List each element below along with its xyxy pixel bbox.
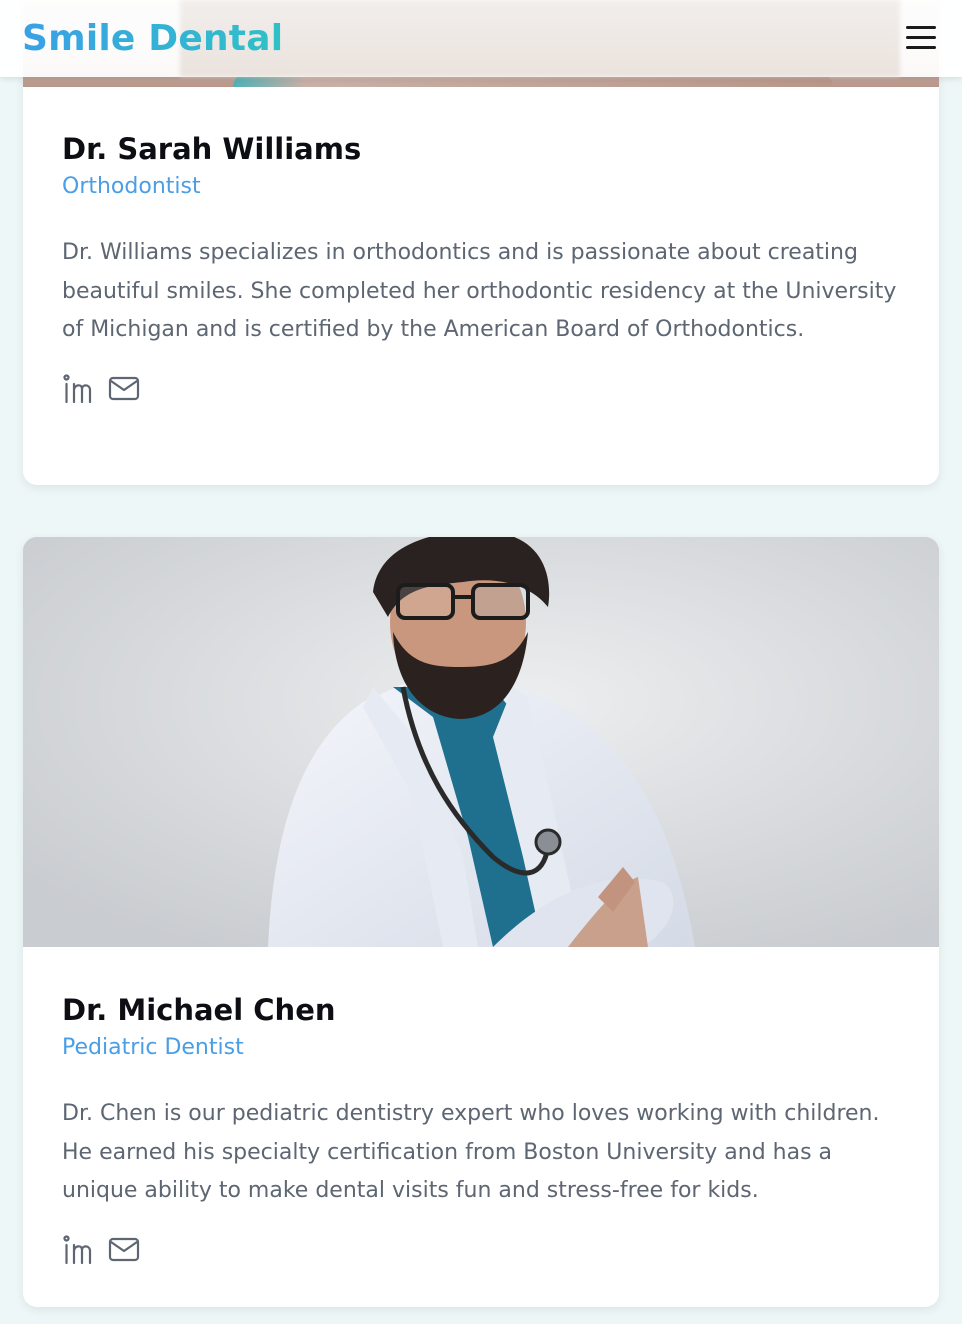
doctor-role: Pediatric Dentist — [62, 1035, 244, 1060]
hamburger-icon[interactable] — [906, 24, 936, 50]
page: Dr. Sarah Williams Orthodontist Dr. Will… — [0, 0, 962, 1324]
doctor-card-body: Dr. Michael Chen Pediatric Dentist Dr. C… — [62, 991, 900, 1265]
doctor-name: Dr. Michael Chen — [62, 993, 336, 1027]
doctor-social-links — [62, 373, 900, 404]
site-header: Smile Dental — [0, 0, 962, 77]
doctor-card-body: Dr. Sarah Williams Orthodontist Dr. Will… — [62, 130, 900, 404]
doctor-name: Dr. Sarah Williams — [62, 132, 362, 166]
doctor-bio: Dr. Chen is our pediatric dentistry expe… — [62, 1101, 880, 1203]
linkedin-icon[interactable] — [62, 1234, 94, 1265]
linkedin-icon[interactable] — [62, 373, 94, 404]
mail-icon[interactable] — [108, 374, 140, 404]
doctor-card-michael-chen: Dr. Michael Chen Pediatric Dentist Dr. C… — [23, 537, 939, 1307]
mail-icon[interactable] — [108, 1235, 140, 1265]
doctor-social-links — [62, 1234, 900, 1265]
doctor-photo-michael-chen — [23, 537, 939, 947]
header-backdrop — [180, 0, 900, 77]
doctor-bio: Dr. Williams specializes in orthodontics… — [62, 240, 897, 342]
site-logo[interactable]: Smile Dental — [22, 18, 283, 59]
doctor-role: Orthodontist — [62, 174, 201, 199]
